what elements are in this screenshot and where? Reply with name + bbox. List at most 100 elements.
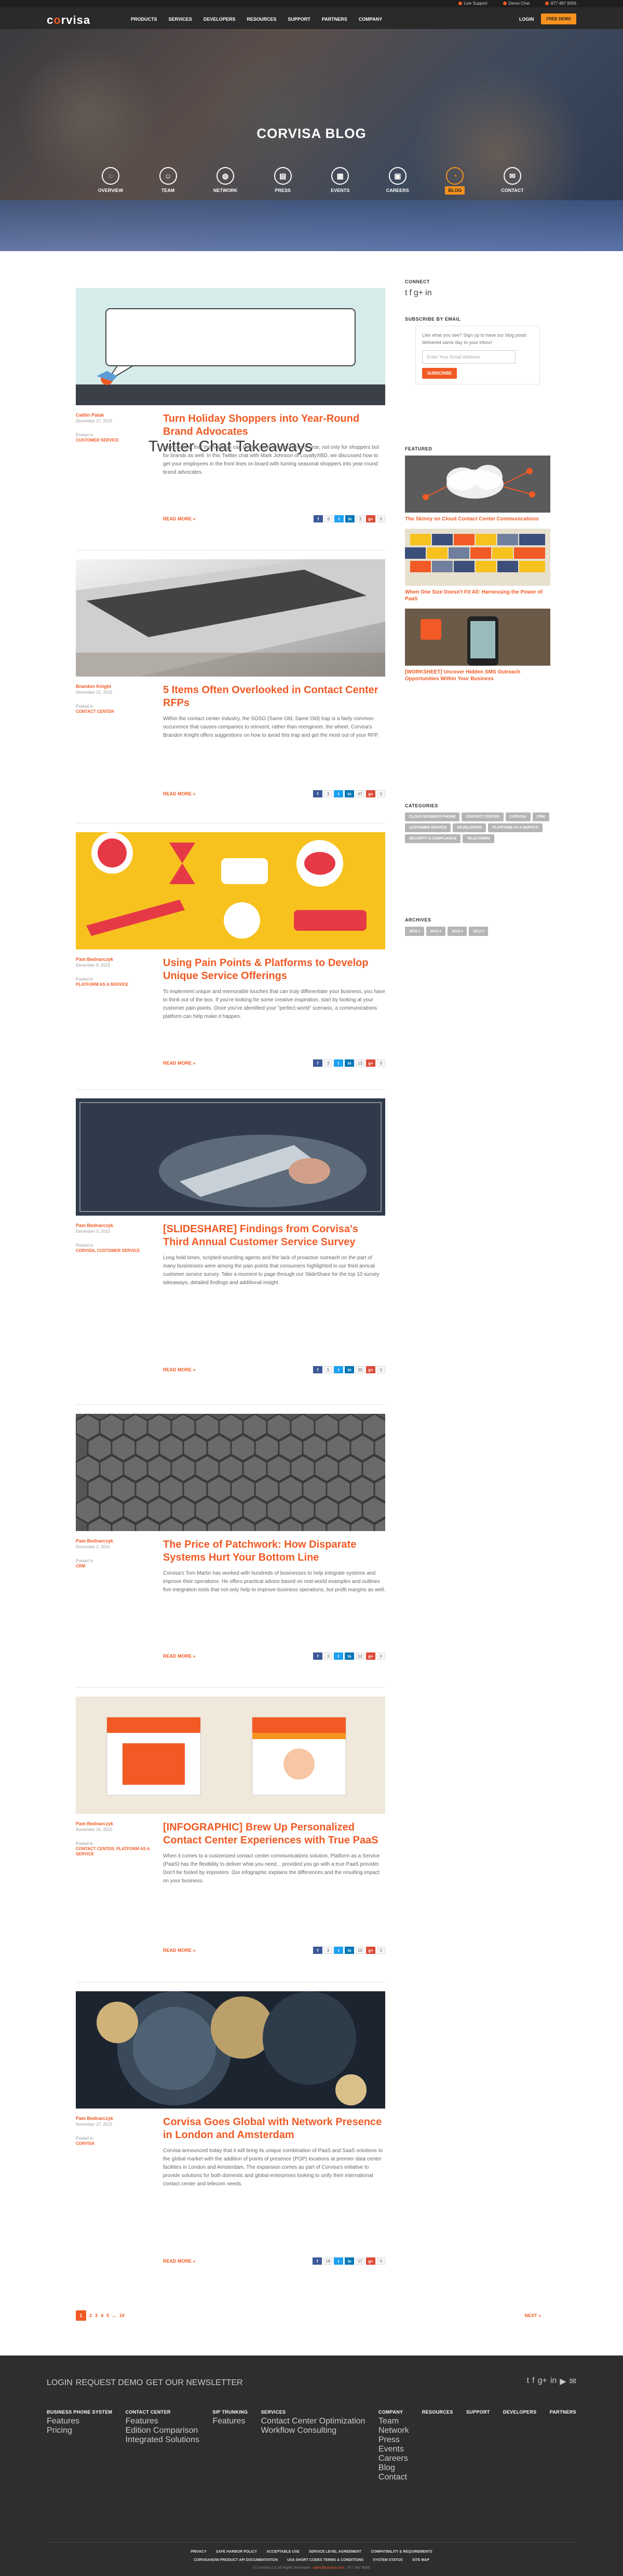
- footer-link[interactable]: Network: [378, 2426, 409, 2435]
- googleplus-share-icon[interactable]: g+: [366, 790, 375, 797]
- footer-column-heading[interactable]: SUPPORT: [466, 2409, 490, 2415]
- read-more-link[interactable]: READ MORE »: [163, 791, 196, 796]
- footer-button[interactable]: REQUEST DEMO: [76, 2378, 143, 2388]
- linkedin-share-icon[interactable]: in: [345, 2257, 355, 2265]
- linkedin-share-icon[interactable]: in: [345, 515, 355, 522]
- footer-link[interactable]: Press: [378, 2435, 409, 2445]
- linkedin-icon[interactable]: in: [550, 2376, 557, 2387]
- footer-column-heading[interactable]: DEVELOPERS: [503, 2409, 537, 2415]
- post-title[interactable]: The Price of Patchwork: How Disparate Sy…: [163, 1539, 356, 1563]
- linkedin-share-icon[interactable]: in: [345, 1059, 355, 1067]
- page-number[interactable]: 3: [95, 2313, 98, 2318]
- post-image[interactable]: [76, 559, 385, 679]
- nav-link-services[interactable]: SERVICES: [169, 17, 192, 22]
- page-number[interactable]: 5: [106, 2313, 109, 2318]
- nav-link-company[interactable]: COMPANY: [359, 17, 382, 22]
- footer-legal-link[interactable]: SAFE HARBOR POLICY: [216, 2550, 257, 2554]
- post-author[interactable]: Pam Bednarczyk: [76, 1538, 113, 1544]
- twitter-share-icon[interactable]: t: [334, 1947, 344, 1954]
- post-title[interactable]: [INFOGRAPHIC] Brew Up Personalized Conta…: [163, 1822, 378, 1846]
- facebook-share-icon[interactable]: f: [313, 1652, 323, 1660]
- section-nav-team[interactable]: ☺ TEAM: [150, 167, 186, 193]
- googleplus-share-icon[interactable]: g+: [366, 1652, 375, 1660]
- post-category[interactable]: CRM: [76, 1564, 85, 1568]
- footer-link[interactable]: Contact Center Optimization: [261, 2417, 365, 2426]
- footer-button[interactable]: LOGIN: [47, 2378, 73, 2388]
- section-nav-network[interactable]: ◍ NETWORK: [207, 167, 243, 193]
- post-title[interactable]: Corvisa Goes Global with Network Presenc…: [163, 2116, 382, 2141]
- nav-link-partners[interactable]: PARTNERS: [322, 17, 347, 22]
- archive-year[interactable]: 2013 ▾: [448, 927, 467, 936]
- page-number[interactable]: 2: [89, 2313, 92, 2318]
- post-author[interactable]: Pam Bednarczyk: [76, 1223, 113, 1228]
- footer-link[interactable]: Features: [47, 2417, 112, 2426]
- googleplus-share-icon[interactable]: g+: [366, 1059, 375, 1067]
- footer-link[interactable]: Pricing: [47, 2426, 112, 2435]
- post-author[interactable]: Brandon Knight: [76, 684, 111, 689]
- twitter-share-icon[interactable]: t: [334, 1366, 344, 1373]
- footer-link[interactable]: Features: [212, 2417, 248, 2426]
- post-category[interactable]: CONTACT CENTER: [76, 709, 114, 714]
- post-author[interactable]: Pam Bednarczyk: [76, 1821, 113, 1826]
- section-nav-blog[interactable]: ◔ BLOG: [437, 167, 473, 195]
- post-title[interactable]: [SLIDESHARE] Findings from Corvisa's Thi…: [163, 1223, 358, 1248]
- footer-column-heading[interactable]: SERVICES: [261, 2409, 286, 2415]
- read-more-link[interactable]: READ MORE »: [163, 1948, 196, 1953]
- googleplus-icon[interactable]: g+: [414, 288, 423, 298]
- footer-legal-link[interactable]: ACCEPTABLE USE: [266, 2550, 300, 2554]
- footer-legal-link[interactable]: PRIVACY: [191, 2550, 207, 2554]
- twitter-share-icon[interactable]: t: [334, 515, 344, 522]
- login-link[interactable]: LOGIN: [519, 17, 534, 22]
- nav-link-products[interactable]: PRODUCTS: [131, 17, 157, 22]
- free-demo-button[interactable]: FREE DEMO: [541, 13, 576, 24]
- facebook-share-icon[interactable]: f: [313, 1366, 323, 1373]
- nav-link-resources[interactable]: RESOURCES: [247, 17, 276, 22]
- facebook-share-icon[interactable]: f: [313, 2257, 322, 2265]
- post-author[interactable]: Pam Bednarczyk: [76, 957, 113, 962]
- twitter-share-icon[interactable]: t: [334, 790, 344, 797]
- footer-legal-link[interactable]: USA SHORT CODES TERMS & CONDITIONS: [287, 2558, 363, 2562]
- category-tag[interactable]: TELECOMMS: [463, 834, 495, 843]
- featured-item[interactable]: The Skinny on Cloud Contact Center Commu…: [405, 456, 550, 522]
- footer-legal-link[interactable]: SITE MAP: [412, 2558, 429, 2562]
- post-category[interactable]: PLATFORM AS A SERVICE: [76, 982, 129, 987]
- footer-column-heading[interactable]: SIP TRUNKING: [212, 2409, 248, 2415]
- post-title[interactable]: Using Pain Points & Platforms to Develop…: [163, 957, 369, 982]
- subscribe-button[interactable]: SUBSCRIBE: [422, 368, 457, 379]
- post-category[interactable]: CORVISA, CUSTOMER SERVICE: [76, 1248, 140, 1253]
- nav-link-support[interactable]: SUPPORT: [288, 17, 310, 22]
- footer-link[interactable]: Blog: [378, 2463, 409, 2473]
- category-tag[interactable]: CORVISA: [505, 812, 531, 821]
- category-tag[interactable]: CUSTOMER SERVICE: [405, 823, 451, 832]
- post-category[interactable]: CONTACT CENTER, PLATFORM AS A SERVICE: [76, 1847, 150, 1856]
- page-number[interactable]: 10: [119, 2313, 125, 2318]
- facebook-icon[interactable]: f: [532, 2376, 534, 2387]
- googleplus-icon[interactable]: g+: [538, 2376, 547, 2387]
- category-tag[interactable]: DEVELOPERS: [453, 823, 486, 832]
- footer-link[interactable]: Events: [378, 2445, 409, 2454]
- page-number[interactable]: 1: [76, 2310, 86, 2321]
- section-nav-contact[interactable]: ✉ CONTACT: [494, 167, 531, 193]
- footer-link[interactable]: Contact: [378, 2473, 409, 2482]
- section-nav-events[interactable]: ▦ EVENTS: [322, 167, 358, 193]
- facebook-share-icon[interactable]: f: [313, 1059, 323, 1067]
- footer-legal-link[interactable]: CORVISANOW PRODUCT API DOCUMENTATION: [194, 2558, 278, 2562]
- footer-link[interactable]: Features: [126, 2417, 199, 2426]
- footer-column-heading[interactable]: CONTACT CENTER: [126, 2409, 171, 2415]
- section-nav-overview[interactable]: ◌ OVERVIEW: [92, 167, 129, 193]
- facebook-share-icon[interactable]: f: [313, 790, 323, 797]
- archive-year[interactable]: 2012 ▾: [469, 927, 489, 936]
- twitter-icon[interactable]: t: [405, 288, 407, 298]
- linkedin-share-icon[interactable]: in: [345, 1652, 355, 1660]
- section-nav-press[interactable]: ▤ PRESS: [265, 167, 301, 193]
- demo-chat-link[interactable]: Demo Chat: [503, 1, 530, 6]
- post-title[interactable]: Turn Holiday Shoppers into Year-Round Br…: [163, 413, 359, 437]
- googleplus-share-icon[interactable]: g+: [366, 1947, 375, 1954]
- footer-legal-link[interactable]: COMPATIBILITY & REQUIREMENTS: [371, 2550, 432, 2554]
- post-category[interactable]: CORVISA: [76, 2141, 94, 2146]
- post-title[interactable]: 5 Items Often Overlooked in Contact Cent…: [163, 684, 378, 709]
- footer-column-heading[interactable]: COMPANY: [378, 2409, 403, 2415]
- footer-column-heading[interactable]: RESOURCES: [422, 2409, 453, 2415]
- email-field[interactable]: Enter Your Email Address: [422, 350, 516, 364]
- facebook-share-icon[interactable]: f: [314, 515, 323, 522]
